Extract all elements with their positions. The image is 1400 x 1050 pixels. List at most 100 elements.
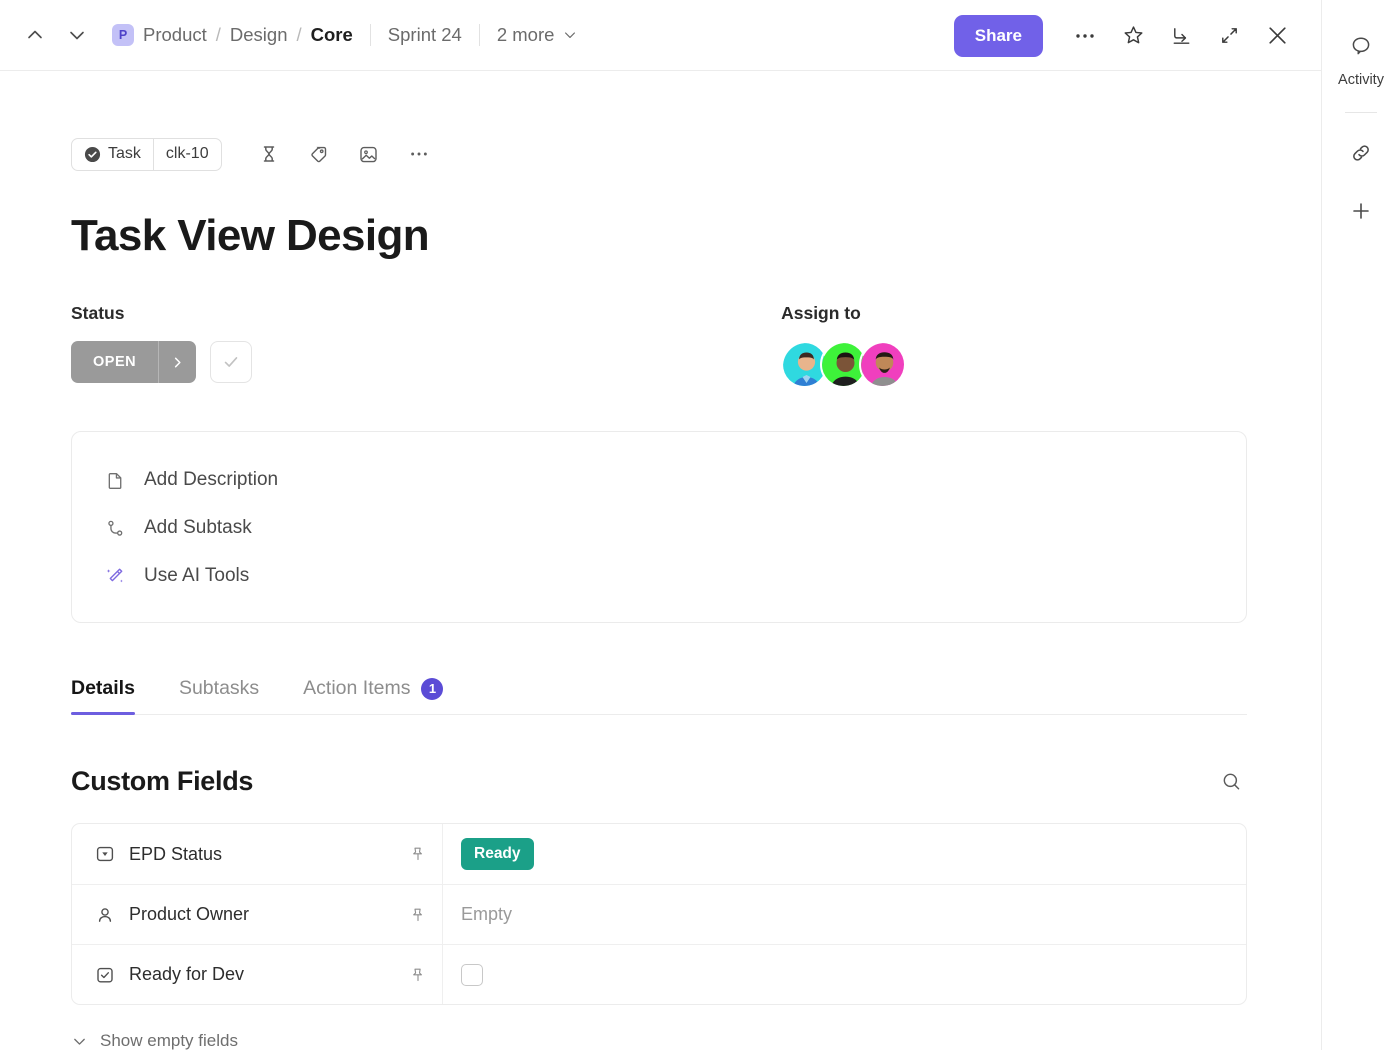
breadcrumb-separator: /	[297, 24, 302, 46]
close-icon[interactable]	[1255, 14, 1299, 58]
breadcrumb-sprint[interactable]: Sprint 24	[388, 24, 462, 46]
star-icon[interactable]	[1111, 14, 1155, 58]
task-content: Task clk-10 Tas	[0, 137, 1321, 1050]
add-subtask-button[interactable]: Add Subtask	[72, 504, 1246, 552]
show-empty-fields-toggle[interactable]: Show empty fields	[71, 1031, 238, 1050]
assignee-avatars	[781, 341, 906, 388]
assign-to-label: Assign to	[781, 303, 906, 324]
custom-fields-title: Custom Fields	[71, 766, 253, 797]
action-items-count-badge: 1	[421, 678, 443, 700]
assignee-field: Assign to	[781, 303, 906, 388]
breadcrumb-design[interactable]: Design	[230, 24, 288, 46]
custom-field-label-cell[interactable]: Ready for Dev	[72, 945, 443, 1004]
chevron-down-icon	[71, 1033, 88, 1050]
custom-field-label-cell[interactable]: Product Owner	[72, 885, 443, 944]
pin-icon[interactable]	[410, 967, 426, 983]
status-field: Status OPEN	[71, 303, 252, 388]
use-ai-tools-button[interactable]: Use AI Tools	[72, 552, 1246, 600]
status-label: Status	[71, 303, 252, 324]
image-icon[interactable]	[352, 137, 386, 171]
dropdown-field-icon	[94, 845, 116, 863]
tab-subtasks-label: Subtasks	[179, 677, 259, 700]
mark-complete-button[interactable]	[210, 341, 252, 383]
person-icon	[94, 906, 116, 924]
breadcrumb-divider	[479, 24, 480, 46]
task-view-window: P Product / Design / Core Sprint 24 2 mo…	[0, 0, 1400, 1050]
ellipsis-icon[interactable]	[1063, 14, 1107, 58]
task-tabs: Details Subtasks Action Items 1	[71, 657, 1247, 715]
checkbox-field-icon	[94, 966, 116, 984]
custom-field-label-cell[interactable]: EPD Status	[72, 824, 443, 884]
custom-fields-table: EPD Status Ready Product Owner	[71, 823, 1247, 1005]
table-row: EPD Status Ready	[72, 824, 1246, 884]
subtask-branch-icon	[104, 519, 126, 538]
breadcrumb-more[interactable]: 2 more	[497, 24, 579, 46]
task-meta-row: Task clk-10	[71, 137, 1321, 171]
table-row: Ready for Dev	[72, 944, 1246, 1004]
main-column: P Product / Design / Core Sprint 24 2 mo…	[0, 0, 1321, 1050]
status-button[interactable]: OPEN	[71, 341, 196, 383]
empty-value-label: Empty	[461, 904, 512, 925]
breadcrumb: P Product / Design / Core Sprint 24 2 mo…	[112, 24, 578, 46]
breadcrumb-core[interactable]: Core	[311, 24, 353, 46]
breadcrumb-separator: /	[216, 24, 221, 46]
share-button[interactable]: Share	[954, 15, 1043, 57]
pin-icon[interactable]	[410, 846, 426, 862]
search-icon[interactable]	[1215, 765, 1247, 797]
tab-subtasks[interactable]: Subtasks	[179, 677, 259, 714]
ellipsis-icon[interactable]	[402, 137, 436, 171]
hourglass-icon[interactable]	[252, 137, 286, 171]
custom-fields-header: Custom Fields	[71, 765, 1247, 797]
status-badge: Ready	[461, 838, 534, 870]
top-bar: P Product / Design / Core Sprint 24 2 mo…	[0, 0, 1321, 71]
avatar[interactable]	[859, 341, 906, 388]
status-value: OPEN	[71, 354, 158, 370]
tab-action-items[interactable]: Action Items 1	[303, 677, 443, 714]
add-description-button[interactable]: Add Description	[72, 456, 1246, 504]
tag-icon[interactable]	[302, 137, 336, 171]
custom-field-value-cell[interactable]: Empty	[443, 885, 1246, 944]
page-title: Task View Design	[71, 211, 1321, 261]
table-row: Product Owner Empty	[72, 884, 1246, 944]
right-sidebar: Activity	[1321, 0, 1400, 1050]
comment-bubble-icon[interactable]	[1341, 26, 1381, 66]
activity-label[interactable]: Activity	[1338, 72, 1384, 88]
task-type-label: Task	[108, 145, 141, 163]
add-description-label: Add Description	[144, 469, 278, 491]
pin-icon[interactable]	[410, 907, 426, 923]
breadcrumb-divider	[370, 24, 371, 46]
tab-details[interactable]: Details	[71, 677, 135, 714]
document-icon	[104, 471, 126, 490]
custom-field-name: Ready for Dev	[129, 964, 410, 985]
task-type-pill: Task clk-10	[71, 138, 222, 171]
breadcrumb-more-label: 2 more	[497, 24, 555, 46]
link-icon[interactable]	[1341, 133, 1381, 173]
custom-field-value-cell[interactable]: Ready	[443, 824, 1246, 884]
chevron-down-icon[interactable]	[64, 22, 90, 48]
status-assign-row: Status OPEN Assign to	[71, 303, 1321, 388]
custom-field-name: Product Owner	[129, 904, 410, 925]
task-id-label: clk-10	[166, 145, 209, 163]
breadcrumb-product[interactable]: Product	[143, 24, 207, 46]
chevron-down-icon	[562, 27, 578, 43]
sidebar-divider	[1345, 112, 1377, 113]
ready-for-dev-checkbox[interactable]	[461, 964, 483, 986]
magic-wand-icon	[104, 566, 126, 586]
plus-icon[interactable]	[1341, 191, 1381, 231]
minimize-icon[interactable]	[1207, 14, 1251, 58]
show-empty-fields-label: Show empty fields	[100, 1031, 238, 1050]
chevron-right-icon	[158, 341, 196, 383]
project-avatar-badge[interactable]: P	[112, 24, 134, 46]
quick-actions-card: Add Description Add Subtask Use AI Tools	[71, 431, 1247, 623]
use-ai-tools-label: Use AI Tools	[144, 565, 249, 587]
tab-details-label: Details	[71, 677, 135, 700]
task-id-button[interactable]: clk-10	[153, 139, 221, 170]
custom-field-name: EPD Status	[129, 844, 410, 865]
collapse-down-right-icon[interactable]	[1159, 14, 1203, 58]
custom-field-value-cell[interactable]	[443, 945, 1246, 1004]
status-controls: OPEN	[71, 341, 252, 383]
check-circle-icon	[84, 146, 101, 163]
nav-arrows	[22, 22, 90, 48]
task-type-button[interactable]: Task	[72, 139, 153, 170]
chevron-up-icon[interactable]	[22, 22, 48, 48]
